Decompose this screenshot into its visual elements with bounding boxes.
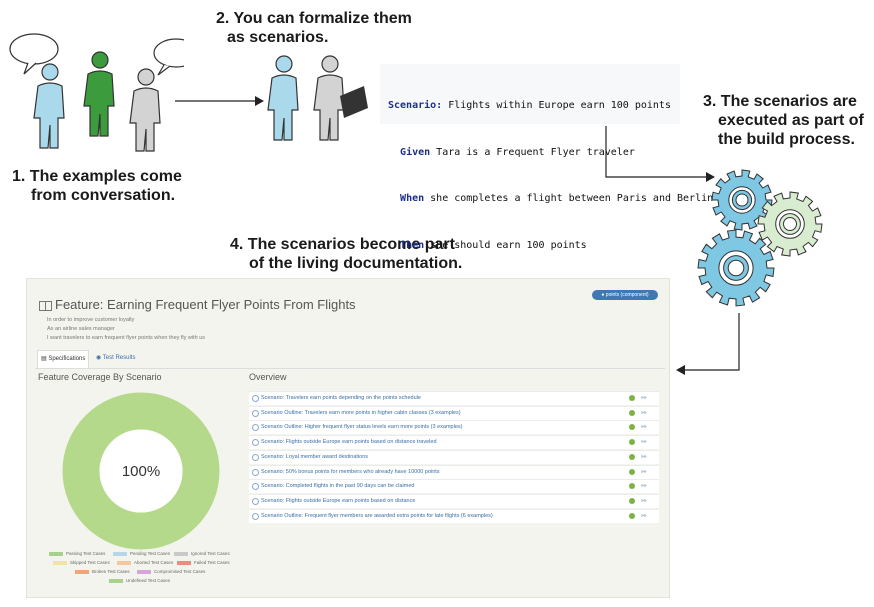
overview-row: Scenario: Travelers earn points dependin… [249, 391, 659, 405]
scenario-link[interactable]: Scenario: Flights outside Europe earn po… [261, 495, 415, 508]
feature-title: Feature: Earning Frequent Flyer Points F… [39, 297, 356, 312]
scenario-details-link[interactable]: »» [641, 407, 647, 420]
build-gears-illustration [697, 169, 823, 307]
book-icon [39, 300, 52, 311]
legend-swatch [113, 551, 127, 556]
overview-title: Overview [249, 372, 287, 382]
scenario-bubble-icon [252, 395, 259, 402]
gear-right-icon [757, 191, 823, 257]
legend-swatch [117, 560, 131, 565]
legend-label: Ignored Test Cases [191, 551, 230, 556]
passed-check-icon [629, 468, 635, 475]
scenario-link[interactable]: Scenario: Flights outside Europe earn po… [261, 436, 437, 449]
legend-swatch [137, 569, 151, 574]
feature-description-line: In order to improve customer loyalty [47, 317, 135, 323]
legend-item: Passing Test Cases [49, 551, 105, 556]
legend-swatch [109, 578, 123, 583]
legend-label: Skipped Test Cases [70, 560, 110, 565]
legend-swatch [177, 560, 191, 565]
legend-label: Passing Test Cases [66, 551, 106, 556]
scenario-link[interactable]: Scenario: Loyal member award destination… [261, 451, 368, 464]
passed-check-icon [629, 497, 635, 504]
passed-check-icon [629, 483, 635, 490]
legend-swatch [75, 569, 89, 574]
scenario-bubble-icon [252, 468, 259, 476]
passed-check-icon [629, 439, 635, 446]
scenario-details-link[interactable]: »» [641, 466, 647, 479]
overview-row: Scenario: Flights outside Europe earn po… [249, 493, 659, 508]
legend-label: Compromised Test Cases [154, 569, 206, 574]
scenario-bubble-icon [252, 424, 259, 432]
scenario-details-link[interactable]: »» [641, 421, 647, 434]
legend-item: Aborted Test Cases [117, 560, 173, 565]
overview-row: Scenario: Flights outside Europe earn po… [249, 435, 659, 450]
scenario-details-link[interactable]: »» [641, 392, 647, 405]
legend-item: Ignored Test Cases [174, 551, 230, 556]
scenario-details-link[interactable]: »» [641, 510, 647, 523]
scenario-bubble-icon [252, 439, 259, 447]
arrow-to-documentation [676, 313, 740, 375]
legend-item: Pending Test Cases [113, 551, 170, 556]
scenario-details-link[interactable]: »» [641, 480, 647, 493]
legend-label: Failed Test Cases [194, 560, 230, 565]
scenario-details-link[interactable]: »» [641, 436, 647, 449]
legend-item: Skipped Test Cases [53, 560, 110, 565]
scenario-link[interactable]: Scenario: Travelers earn points dependin… [261, 392, 421, 405]
feature-description-line: I want travelers to earn frequent flyer … [47, 335, 206, 341]
legend-item: Undefined Test Cases [109, 578, 170, 583]
feature-description-line: As an airline sales manager [47, 326, 115, 332]
legend-swatch [53, 560, 67, 565]
scenario-link[interactable]: Scenario Outline: Travelers earn more po… [261, 407, 461, 420]
passed-check-icon [629, 512, 635, 519]
component-tag[interactable]: ● points (component) [592, 290, 658, 300]
passed-check-icon [629, 453, 635, 460]
scenario-bubble-icon [252, 512, 259, 520]
passed-check-icon [629, 424, 635, 431]
scenario-bubble-icon [252, 409, 259, 417]
overview-row: Scenario Outline: Higher frequent flyer … [249, 420, 659, 435]
legend-label: Aborted Test Cases [134, 560, 174, 565]
coverage-donut-chart: 100% [62, 392, 220, 550]
legend-label: Undefined Test Cases [126, 578, 170, 583]
passed-check-icon [629, 395, 635, 401]
scenario-link[interactable]: Scenario: Completed flights in the past … [261, 480, 414, 493]
scenario-bubble-icon [252, 453, 259, 461]
legend-swatch [49, 551, 63, 556]
scenario-link[interactable]: Scenario Outline: Higher frequent flyer … [261, 421, 462, 434]
doc-tabs: ▤ Specifications ◉ Test Results [35, 350, 665, 369]
legend-item: Failed Test Cases [177, 560, 230, 565]
globe-icon: ◉ [96, 355, 103, 361]
overview-row: Scenario: Completed flights in the past … [249, 479, 659, 494]
scenario-bubble-icon [252, 483, 259, 491]
tab-test-results[interactable]: ◉ Test Results [93, 350, 138, 367]
gear-bottom-icon [697, 229, 775, 307]
scenario-details-link[interactable]: »» [641, 451, 647, 464]
scenario-link[interactable]: Scenario: 50% bonus points for members w… [261, 466, 440, 479]
scenario-details-link[interactable]: »» [641, 495, 647, 508]
coverage-percent-label: 100% [122, 463, 160, 480]
legend-swatch [174, 551, 188, 556]
tab-specifications[interactable]: ▤ Specifications [37, 350, 90, 368]
coverage-title: Feature Coverage By Scenario [38, 372, 162, 382]
legend-label: Broken Test Cases [92, 569, 130, 574]
scenario-bubble-icon [252, 497, 259, 505]
passed-check-icon [629, 409, 635, 416]
legend-item: Compromised Test Cases [137, 569, 205, 574]
overview-row: Scenario: Loyal member award destination… [249, 449, 659, 464]
overview-row: Scenario Outline: Travelers earn more po… [249, 405, 659, 420]
legend-item: Broken Test Cases [75, 569, 130, 574]
overview-row: Scenario Outline: Frequent flyer members… [249, 508, 659, 523]
scenario-link[interactable]: Scenario Outline: Frequent flyer members… [261, 510, 493, 523]
living-documentation-panel: Feature: Earning Frequent Flyer Points F… [26, 278, 670, 598]
legend-label: Pending Test Cases [130, 551, 170, 556]
overview-row: Scenario: 50% bonus points for members w… [249, 464, 659, 479]
